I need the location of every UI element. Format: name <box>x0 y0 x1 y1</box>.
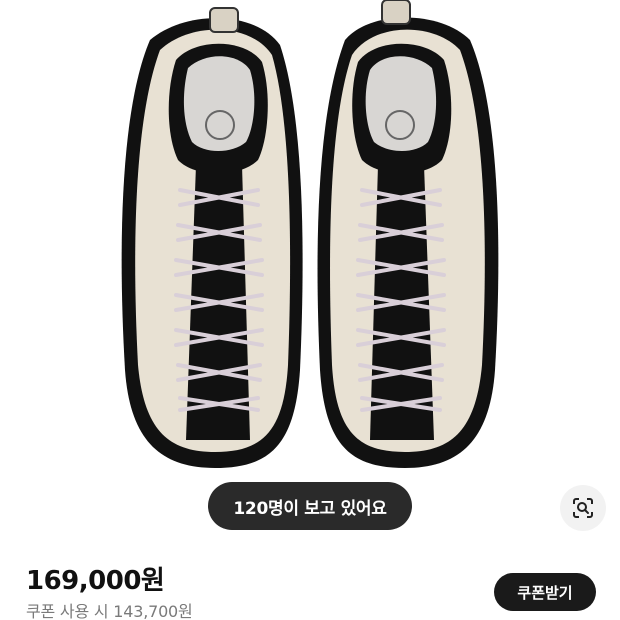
lens-search-button[interactable] <box>560 485 606 531</box>
left-shoe <box>121 7 303 469</box>
lens-search-icon <box>573 498 593 518</box>
shoes-illustration <box>121 0 499 469</box>
viewers-count-pill: 120명이 보고 있어요 <box>208 482 412 530</box>
coupon-price: 쿠폰 사용 시 143,700원 <box>26 602 193 620</box>
get-coupon-button-label: 쿠폰받기 <box>517 583 573 602</box>
viewers-count-text: 120명이 보고 있어요 <box>233 498 387 519</box>
get-coupon-button[interactable]: 쿠폰받기 <box>494 573 596 611</box>
product-image[interactable] <box>0 0 620 470</box>
product-price: 169,000원 <box>26 566 165 596</box>
right-shoe <box>317 0 499 468</box>
